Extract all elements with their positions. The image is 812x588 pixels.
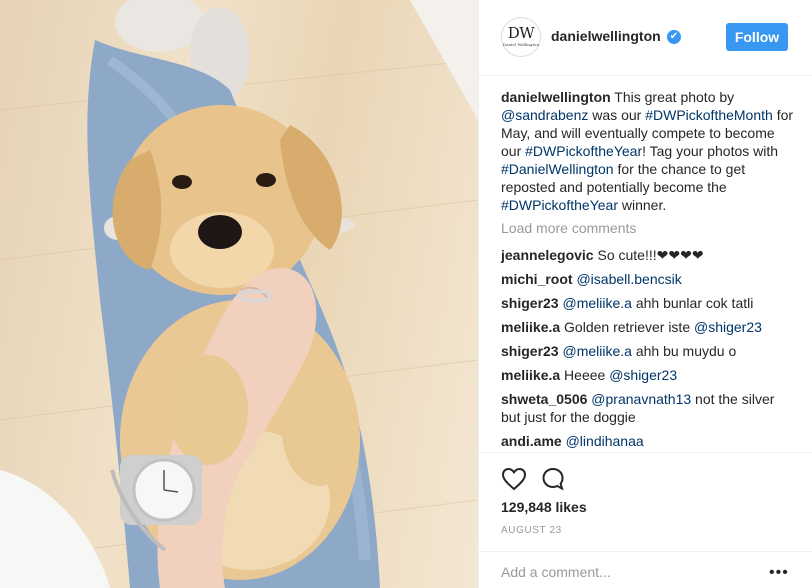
post-side-panel: DW Daniel Wellington danielwellington ✔ … <box>478 0 812 588</box>
mention-link[interactable]: @meliike.a <box>562 295 631 311</box>
comment-text: ahh bu muydu o <box>631 343 737 359</box>
post-actions: 129,848 likes AUGUST 23 ••• <box>479 452 812 588</box>
comment-text: Golden retriever iste <box>560 319 694 335</box>
mention-link[interactable]: @isabell.bencsik <box>576 271 681 287</box>
likes-count[interactable]: 129,848 likes <box>501 499 587 515</box>
comment-row: shiger23 @meliike.a ahh bunlar cok tatli <box>501 294 797 312</box>
comment-text: was our <box>588 107 646 123</box>
mention-link[interactable]: @pranavnath13 <box>591 391 691 407</box>
comment-username[interactable]: shiger23 <box>501 343 559 359</box>
comment-text: ! Tag your photos with <box>642 143 779 159</box>
mention-link[interactable]: #DanielWellington <box>501 161 614 177</box>
heart-icon[interactable] <box>501 467 527 491</box>
mention-link[interactable]: @sandrabenz <box>501 107 588 123</box>
comment-username[interactable]: meliike.a <box>501 367 560 383</box>
post-caption: danielwellington This great photo by @sa… <box>501 88 797 214</box>
comment-thread: jeannelegovic So cute!!!❤❤❤❤ michi_root @… <box>501 246 797 450</box>
comment-row: michi_root @isabell.bencsik <box>501 270 797 288</box>
comments-list: danielwellington This great photo by @sa… <box>501 88 797 456</box>
comment-bubble-icon[interactable] <box>541 467 567 491</box>
post-photo[interactable] <box>0 0 478 588</box>
comment-text: winner. <box>617 197 667 213</box>
comment-row: meliike.a Golden retriever iste @shiger2… <box>501 318 797 336</box>
comment-text: ahh bunlar cok tatli <box>631 295 754 311</box>
mention-link[interactable]: @shiger23 <box>694 319 762 335</box>
add-comment-bar: ••• <box>479 551 812 588</box>
mention-link[interactable]: #DWPickoftheYear <box>501 197 618 213</box>
puppy-photo-illustration <box>0 0 478 588</box>
comment-row: andi.ame @lindihanaa <box>501 432 797 450</box>
comment-row: shiger23 @meliike.a ahh bu muydu o <box>501 342 797 360</box>
comment-row: shweta_0506 @pranavnath13 not the silver… <box>501 390 797 426</box>
comment-text: This great photo by <box>610 89 735 105</box>
comment-username[interactable]: shweta_0506 <box>501 391 587 407</box>
add-comment-input[interactable] <box>501 562 751 582</box>
comment-row: meliike.a Heeee @shiger23 <box>501 366 797 384</box>
author-username[interactable]: danielwellington <box>551 28 661 44</box>
mention-link[interactable]: @lindihanaa <box>566 433 644 449</box>
mention-link[interactable]: @shiger23 <box>609 367 677 383</box>
verified-badge-icon: ✔ <box>667 30 681 44</box>
comment-text: So cute!!!❤❤❤❤ <box>593 247 704 263</box>
avatar-monogram: DW <box>507 24 535 42</box>
comment-row: jeannelegovic So cute!!!❤❤❤❤ <box>501 246 797 264</box>
mention-link[interactable]: #DWPickoftheMonth <box>645 107 773 123</box>
more-options-icon[interactable]: ••• <box>769 564 789 582</box>
comment-username[interactable]: michi_root <box>501 271 573 287</box>
load-more-comments-link[interactable]: Load more comments <box>501 219 797 237</box>
comment-username[interactable]: shiger23 <box>501 295 559 311</box>
mention-link[interactable]: #DWPickoftheYear <box>525 143 642 159</box>
author-avatar[interactable]: DW Daniel Wellington <box>501 17 541 57</box>
post-date: AUGUST 23 <box>501 525 562 536</box>
avatar-subtitle: Daniel Wellington <box>502 42 540 47</box>
comment-username[interactable]: andi.ame <box>501 433 562 449</box>
mention-link[interactable]: @meliike.a <box>562 343 631 359</box>
post-header: DW Daniel Wellington danielwellington ✔ … <box>479 0 812 76</box>
comment-username[interactable]: meliike.a <box>501 319 560 335</box>
comment-text: Heeee <box>560 367 610 383</box>
comment-username[interactable]: jeannelegovic <box>501 247 594 263</box>
follow-button[interactable]: Follow <box>726 23 788 51</box>
comment-username[interactable]: danielwellington <box>501 89 611 105</box>
